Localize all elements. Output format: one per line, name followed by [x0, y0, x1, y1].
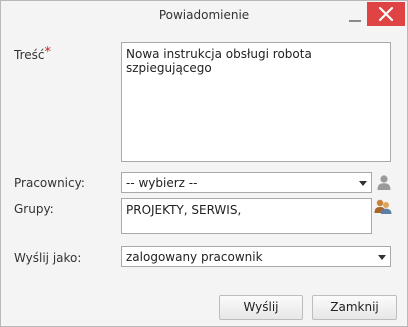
employees-label: Pracownicy: [14, 176, 85, 190]
send-as-select-value: zalogowany pracownik [126, 250, 263, 264]
content-label-text: Treść [14, 48, 45, 62]
employees-select-value: -- wybierz -- [126, 176, 198, 190]
chevron-down-icon [359, 181, 367, 186]
send-button[interactable]: Wyślij [219, 295, 303, 320]
notification-dialog: Powiadomienie Treść* Nowa instrukcja obs… [0, 0, 408, 327]
required-mark: * [44, 45, 51, 60]
send-as-select[interactable]: zalogowany pracownik [121, 246, 391, 267]
chevron-down-icon [378, 255, 386, 260]
user-icon[interactable] [376, 174, 392, 193]
title-bar[interactable]: Powiadomienie [1, 1, 407, 31]
content-textarea[interactable]: Nowa instrukcja obsługi robota szpiegują… [121, 42, 391, 162]
groups-input[interactable]: PROJEKTY, SERWIS, [121, 198, 372, 234]
users-group-icon[interactable] [374, 198, 392, 217]
send-as-label: Wyślij jako: [14, 251, 82, 265]
close-icon[interactable] [367, 2, 405, 26]
employees-select[interactable]: -- wybierz -- [121, 172, 372, 193]
groups-label: Grupy: [14, 202, 54, 216]
minimize-icon[interactable] [343, 10, 365, 26]
close-button[interactable]: Zamknij [312, 295, 397, 320]
content-label: Treść* [14, 45, 51, 63]
